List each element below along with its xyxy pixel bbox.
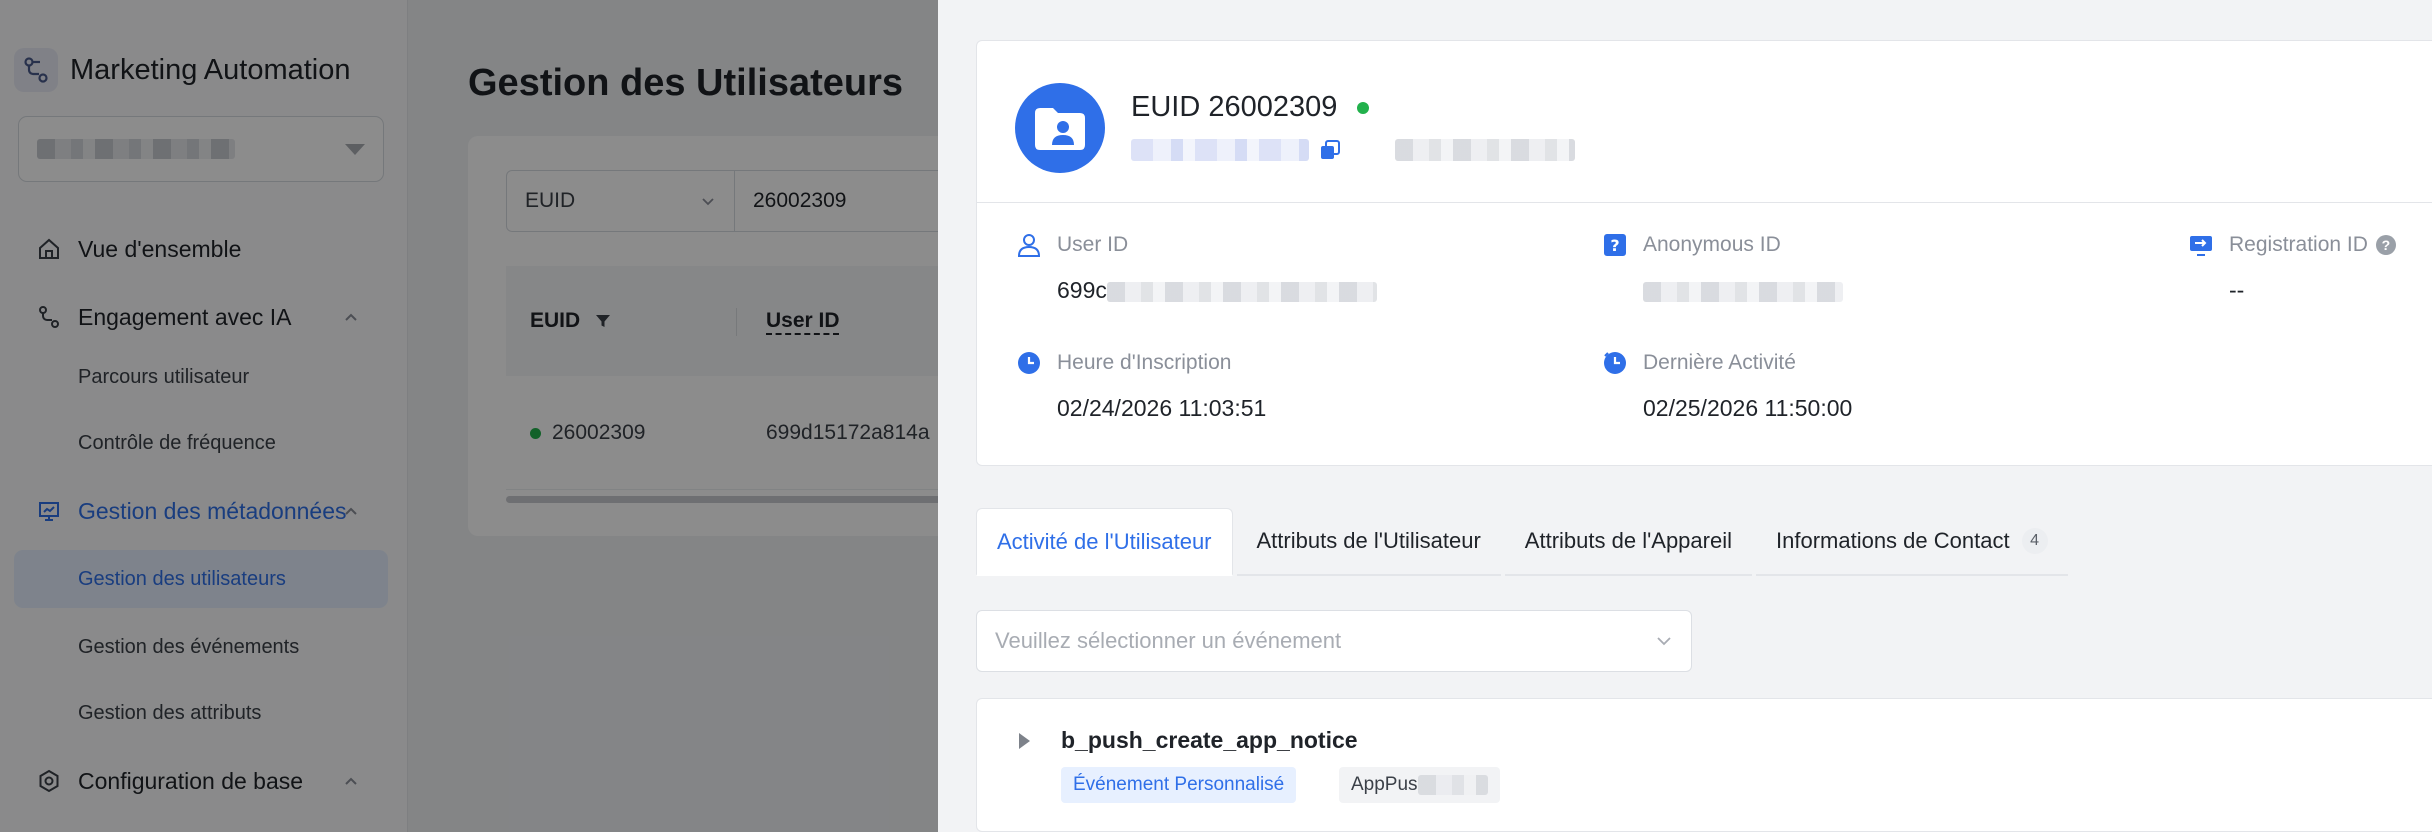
tab-contact-info[interactable]: Informations de Contact 4 <box>1756 508 2068 576</box>
tab-user-activity[interactable]: Activité de l'Utilisateur <box>976 508 1233 576</box>
redacted-identifier <box>1131 139 1309 161</box>
copy-icon[interactable] <box>1319 139 1341 161</box>
field-last-activity-value: 02/25/2026 11:50:00 <box>1643 395 1853 421</box>
field-registration-id-label: Registration ID <box>2229 233 2368 256</box>
field-anonymous-id-value <box>1643 277 1843 304</box>
field-anonymous-id-label: Anonymous ID <box>1643 233 1781 256</box>
modal-overlay[interactable] <box>0 0 938 832</box>
user-icon <box>1015 231 1043 259</box>
event-item: b_push_create_app_notice Événement Perso… <box>976 698 2432 832</box>
field-last-activity-label: Dernière Activité <box>1643 351 1796 374</box>
user-folder-avatar-icon <box>1015 83 1105 173</box>
profile-card: EUID 26002309 User ID 699c ? Anonymous ID… <box>976 40 2432 466</box>
field-last-activity: Dernière Activité 02/25/2026 11:50:00 <box>1601 349 1852 422</box>
event-select-placeholder: Veuillez sélectionner un événement <box>995 628 1342 653</box>
tab-device-attributes[interactable]: Attributs de l'Appareil <box>1504 508 1752 576</box>
clock-icon <box>1015 349 1043 377</box>
field-signup-time-value: 02/24/2026 11:03:51 <box>1057 395 1267 421</box>
detail-tabs: Activité de l'Utilisateur Attributs de l… <box>976 508 2072 576</box>
help-icon[interactable]: ? <box>2375 235 2396 255</box>
field-registration-id: Registration ID? -- <box>2187 231 2396 304</box>
event-source-tag: AppPus <box>1339 767 1500 803</box>
field-user-id-label: User ID <box>1057 233 1129 256</box>
event-select[interactable]: Veuillez sélectionner un événement <box>976 610 1692 672</box>
svg-text:?: ? <box>1610 236 1619 255</box>
user-detail-drawer: EUID 26002309 User ID 699c ? Anonymous ID… <box>938 0 2432 832</box>
field-user-id: User ID 699c <box>1015 231 1377 304</box>
event-name: b_push_create_app_notice <box>1061 727 1358 753</box>
field-user-id-value: 699c <box>1057 277 1377 304</box>
identifier-line <box>1131 139 1575 161</box>
euid-title: EUID 26002309 <box>1131 91 1370 124</box>
profile-header: EUID 26002309 <box>977 41 2432 203</box>
tab-user-attributes[interactable]: Attributs de l'Utilisateur <box>1236 508 1501 576</box>
field-signup-time-label: Heure d'Inscription <box>1057 351 1232 374</box>
anonymous-icon: ? <box>1601 231 1629 259</box>
redacted-identifier <box>1395 139 1575 161</box>
activity-clock-icon <box>1601 349 1629 377</box>
chevron-down-icon <box>1657 637 1671 646</box>
count-badge: 4 <box>2021 528 2048 554</box>
field-signup-time: Heure d'Inscription 02/24/2026 11:03:51 <box>1015 349 1266 422</box>
event-type-tag: Événement Personnalisé <box>1061 767 1297 803</box>
field-registration-id-value: -- <box>2229 277 2245 303</box>
field-anonymous-id: ? Anonymous ID <box>1601 231 1843 304</box>
expand-caret-icon[interactable] <box>1019 733 1030 749</box>
euid-title-text: EUID 26002309 <box>1131 91 1338 123</box>
online-status-dot <box>1357 101 1370 114</box>
tab-contact-info-label: Informations de Contact <box>1776 528 2010 553</box>
registration-icon <box>2187 231 2215 259</box>
